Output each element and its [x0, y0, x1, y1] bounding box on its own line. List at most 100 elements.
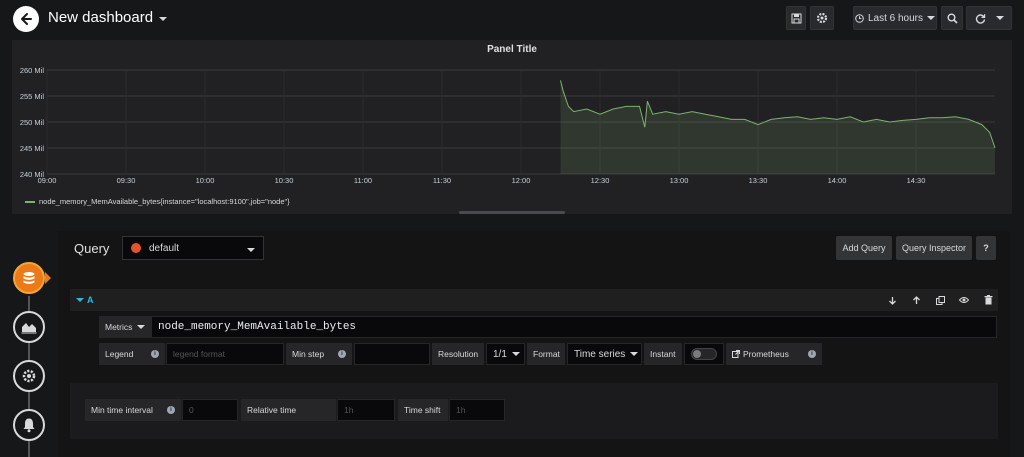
refresh-interval-chevron-icon[interactable] — [995, 16, 1004, 20]
eye-icon — [959, 297, 969, 303]
graph-chart[interactable]: 260 Mil255 Mil250 Mil245 Mil240 Mil09:00… — [12, 40, 1012, 200]
x-tick-label: 12:30 — [591, 176, 610, 185]
prometheus-help-link[interactable]: Prometheus i — [726, 343, 822, 365]
rail-visualization-tab[interactable] — [13, 311, 45, 343]
x-tick-label: 09:30 — [117, 176, 136, 185]
query-inspector-button[interactable]: Query Inspector — [896, 236, 972, 260]
clock-icon — [855, 13, 864, 23]
datasource-name: default — [149, 242, 180, 254]
y-tick-label: 260 Mil — [20, 66, 45, 75]
zoom-out-button[interactable] — [941, 6, 963, 30]
top-navbar: New dashboard Last 6 hours — [0, 0, 1024, 38]
legend-label-text: Legend — [105, 349, 134, 359]
dashboard-title[interactable]: New dashboard — [48, 9, 168, 26]
legend-series-label[interactable]: node_memory_MemAvailable_bytes{instance=… — [39, 197, 290, 206]
toggle-switch-icon[interactable] — [691, 348, 717, 360]
back-button[interactable] — [13, 6, 39, 32]
resolution-label: Resolution — [432, 343, 484, 365]
add-query-button[interactable]: Add Query — [836, 236, 892, 260]
format-value: Time series — [574, 348, 626, 360]
prometheus-link-content: Prometheus — [732, 349, 789, 359]
time-shift-input[interactable]: 1h — [449, 399, 505, 421]
move-up-button[interactable] — [910, 294, 922, 306]
help-button[interactable]: ? — [976, 236, 996, 260]
time-range-label: Last 6 hours — [867, 12, 924, 24]
info-icon[interactable]: i — [338, 350, 346, 358]
resolution-value: 1/1 — [493, 348, 507, 360]
chevron-down-icon — [159, 17, 168, 21]
database-icon — [23, 272, 35, 284]
x-tick-label: 13:00 — [670, 176, 689, 185]
graph-legend: node_memory_MemAvailable_bytes{instance=… — [25, 197, 290, 206]
chevron-down-icon — [247, 248, 255, 252]
arrow-down-icon — [888, 296, 896, 305]
rail-queries-tab[interactable] — [13, 262, 45, 294]
duplicate-query-button[interactable] — [934, 294, 946, 306]
rail-general-tab[interactable] — [13, 360, 45, 392]
gear-icon — [816, 12, 828, 24]
legend-format-input[interactable]: legend format — [166, 343, 284, 365]
min-interval-input[interactable]: 0 — [182, 399, 238, 421]
x-tick-label: 09:00 — [38, 176, 57, 185]
datasource-select[interactable]: default — [122, 236, 264, 260]
x-tick-label: 14:00 — [828, 176, 847, 185]
format-select[interactable]: Time series — [567, 343, 642, 365]
metrics-query-input[interactable]: node_memory_MemAvailable_bytes — [151, 316, 997, 338]
area-chart-icon — [21, 323, 37, 334]
remove-query-button[interactable] — [982, 294, 994, 306]
graph-panel: Panel Title 260 Mil 255 Mil 250 Mil 245 Mil… — [12, 40, 1012, 214]
query-section-title: Query — [74, 241, 110, 256]
info-icon[interactable]: i — [151, 350, 159, 358]
chevron-down-icon — [511, 352, 520, 356]
refresh-button[interactable] — [966, 6, 1012, 30]
refresh-icon — [975, 13, 985, 24]
min-step-input[interactable] — [354, 343, 430, 365]
move-down-button[interactable] — [886, 294, 898, 306]
copy-icon — [935, 295, 945, 305]
metrics-label-button[interactable]: Metrics — [99, 316, 151, 338]
y-tick-label: 250 Mil — [20, 118, 45, 127]
cog-icon — [22, 369, 36, 383]
chevron-down-icon — [137, 325, 146, 329]
x-tick-label: 11:30 — [433, 176, 451, 185]
relative-time-input[interactable]: 1h — [337, 399, 395, 421]
x-tick-label: 12:00 — [512, 176, 531, 185]
x-tick-label: 13:30 — [749, 176, 768, 185]
arrow-left-icon — [21, 13, 32, 25]
time-shift-label: Time shift — [398, 399, 448, 421]
x-tick-label: 14:30 — [907, 176, 926, 185]
save-icon — [791, 13, 801, 23]
bell-icon — [23, 418, 35, 433]
chevron-down-icon — [630, 352, 639, 356]
prometheus-link-text: Prometheus — [743, 349, 789, 359]
y-tick-label: 245 Mil — [20, 144, 45, 153]
external-link-icon — [732, 350, 740, 358]
instant-label: Instant — [644, 343, 682, 365]
info-icon[interactable]: i — [167, 406, 175, 414]
resolution-select[interactable]: 1/1 — [486, 343, 525, 365]
x-tick-label: 10:00 — [196, 176, 215, 185]
active-tab-pointer — [45, 272, 51, 284]
panel-resize-handle[interactable] — [459, 211, 565, 214]
trash-icon — [984, 295, 992, 305]
dashboard-title-text: New dashboard — [48, 9, 154, 26]
settings-button[interactable] — [810, 6, 834, 30]
rail-alert-tab[interactable] — [13, 409, 45, 441]
legend-label: Legend i — [99, 343, 165, 365]
relative-time-label: Relative time — [241, 399, 336, 421]
query-row-header — [70, 289, 998, 311]
series-area — [560, 80, 995, 174]
chevron-down-icon — [927, 16, 936, 20]
toggle-visibility-button[interactable] — [958, 294, 970, 306]
min-step-label-text: Min step — [292, 349, 325, 359]
x-tick-label: 10:30 — [275, 176, 294, 185]
info-icon[interactable]: i — [808, 350, 816, 358]
format-label: Format — [527, 343, 565, 365]
save-dashboard-button[interactable] — [786, 6, 806, 30]
metrics-label: Metrics — [105, 322, 133, 332]
legend-series-swatch — [25, 200, 35, 203]
time-picker-button[interactable]: Last 6 hours — [853, 6, 937, 30]
instant-toggle-box[interactable] — [684, 343, 724, 365]
query-ref-toggle[interactable]: A — [76, 295, 94, 305]
chevron-down-icon — [76, 298, 84, 302]
